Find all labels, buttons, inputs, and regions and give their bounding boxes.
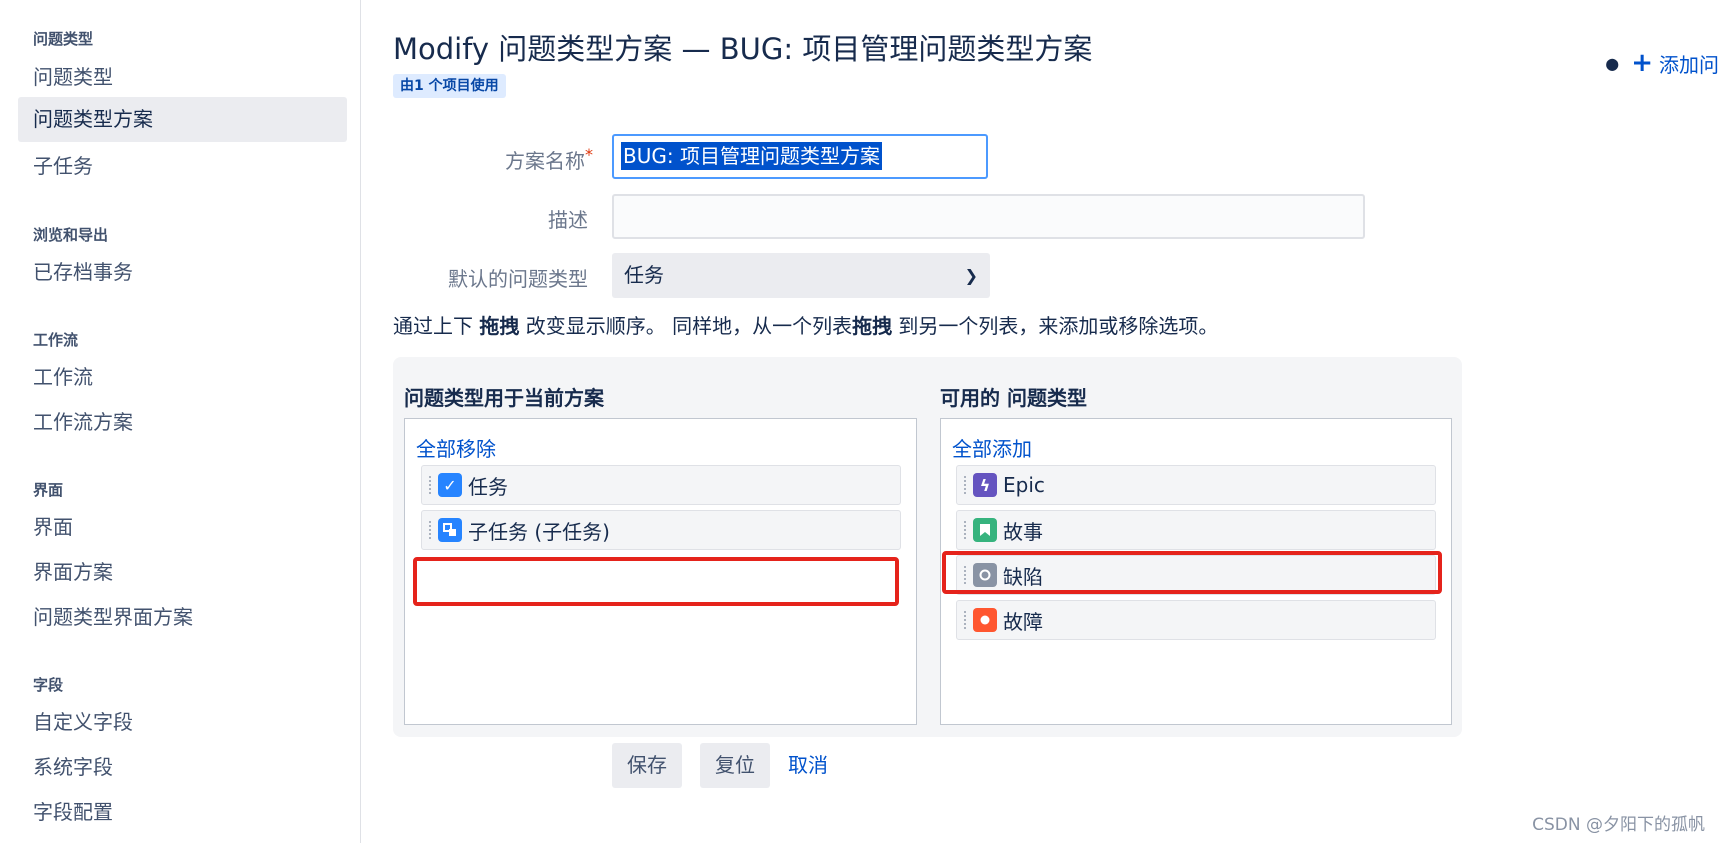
cancel-link[interactable]: 取消: [788, 743, 828, 788]
scheme-name-label-text: 方案名称: [505, 149, 585, 173]
sidebar: 问题类型 问题类型 问题类型方案 子任务 浏览和导出 已存档事务 工作流 工作流…: [0, 0, 361, 843]
list-item-label: Epic: [1003, 473, 1045, 497]
sidebar-item-custom-fields[interactable]: 自定义字段: [18, 700, 347, 745]
available-list-title: 可用的 问题类型: [940, 386, 1087, 410]
sidebar-item-issue-type-schemes[interactable]: 问题类型方案: [18, 97, 347, 142]
sidebar-item-workflow-schemes[interactable]: 工作流方案: [18, 400, 347, 445]
drop-target-highlight: [413, 557, 899, 606]
sidebar-item-screen-schemes[interactable]: 界面方案: [18, 550, 347, 595]
hint-text-2: 改变显示顺序。 同样地，从一个列表: [519, 314, 853, 338]
plus-icon: +: [1631, 48, 1653, 78]
sidebar-item-archived-issues[interactable]: 已存档事务: [18, 250, 347, 295]
list-item-label: 子任务 (子任务): [468, 519, 610, 544]
bug-icon: [973, 608, 997, 632]
list-item-story[interactable]: 故事: [956, 510, 1436, 550]
sidebar-item-screens[interactable]: 界面: [18, 505, 347, 550]
drag-handle-icon[interactable]: [428, 520, 432, 540]
scheme-name-label: 方案名称*: [393, 145, 593, 174]
add-issue-type-link[interactable]: ● + 添加问: [1605, 48, 1719, 78]
list-item-bug[interactable]: 故障: [956, 600, 1436, 640]
default-issue-type-value: 任务: [624, 263, 664, 287]
watermark: CSDN @夕阳下的孤帆: [1532, 815, 1705, 835]
hint-text-1: 通过上下: [393, 314, 480, 338]
hint-bold-2: 拖拽: [852, 314, 893, 338]
list-item-task[interactable]: ✓ 任务: [421, 465, 901, 505]
sidebar-heading-screens: 界面: [33, 481, 64, 499]
hint-bold-1: 拖拽: [479, 314, 520, 338]
add-issue-type-label: 添加问: [1659, 52, 1719, 77]
drag-handle-icon[interactable]: [963, 520, 967, 540]
sidebar-item-workflows[interactable]: 工作流: [18, 355, 347, 400]
chevron-down-icon: ❯: [964, 266, 978, 285]
sidebar-heading-fields: 字段: [33, 676, 64, 694]
bullet-icon: ●: [1605, 53, 1620, 73]
sidebar-heading-browse-export: 浏览和导出: [33, 226, 109, 244]
drag-handle-icon[interactable]: [963, 610, 967, 630]
sidebar-heading-workflows: 工作流: [33, 331, 79, 349]
list-item-subtask[interactable]: 子任务 (子任务): [421, 510, 901, 550]
list-item-label: 故障: [1003, 609, 1043, 634]
page-title: Modify 问题类型方案 — BUG: 项目管理问题类型方案: [393, 32, 1093, 66]
drag-handle-icon[interactable]: [428, 475, 432, 495]
add-all-link[interactable]: 全部添加: [952, 433, 1032, 462]
required-mark: *: [585, 145, 593, 164]
sidebar-item-system-fields[interactable]: 系统字段: [18, 745, 347, 790]
save-button[interactable]: 保存: [612, 743, 682, 788]
description-input[interactable]: [612, 194, 1365, 239]
list-item-label: 故事: [1003, 519, 1043, 544]
scheme-name-value: BUG: 项目管理问题类型方案: [621, 142, 882, 170]
remove-all-link[interactable]: 全部移除: [416, 433, 496, 462]
default-issue-type-label: 默认的问题类型: [448, 267, 588, 291]
subtask-icon: [438, 518, 462, 542]
sidebar-heading-issue-types: 问题类型: [33, 30, 94, 48]
story-icon: [973, 518, 997, 542]
selected-item-highlight: [942, 551, 1442, 594]
scheme-name-input[interactable]: BUG: 项目管理问题类型方案: [612, 134, 988, 179]
drag-hint: 通过上下 拖拽 改变显示顺序。 同样地，从一个列表拖拽 到另一个列表，来添加或移…: [393, 310, 1218, 339]
sidebar-item-issue-type-screen-schemes[interactable]: 问题类型界面方案: [18, 595, 347, 640]
sidebar-item-field-configurations[interactable]: 字段配置: [18, 790, 347, 835]
epic-icon: ϟ: [973, 473, 997, 497]
sidebar-item-issue-types[interactable]: 问题类型: [18, 55, 347, 100]
list-item-label: 任务: [468, 474, 508, 499]
sidebar-item-subtasks[interactable]: 子任务: [18, 144, 347, 189]
description-label: 描述: [548, 208, 588, 232]
drag-handle-icon[interactable]: [963, 475, 967, 495]
task-icon: ✓: [438, 473, 462, 497]
hint-text-3: 到另一个列表，来添加或移除选项。: [892, 314, 1219, 338]
list-item-epic[interactable]: ϟ Epic: [956, 465, 1436, 505]
default-issue-type-select[interactable]: 任务 ❯: [612, 253, 990, 298]
current-scheme-list-title: 问题类型用于当前方案: [404, 386, 604, 410]
usage-badge: 由1 个项目使用: [393, 74, 506, 98]
reset-button[interactable]: 复位: [700, 743, 770, 788]
